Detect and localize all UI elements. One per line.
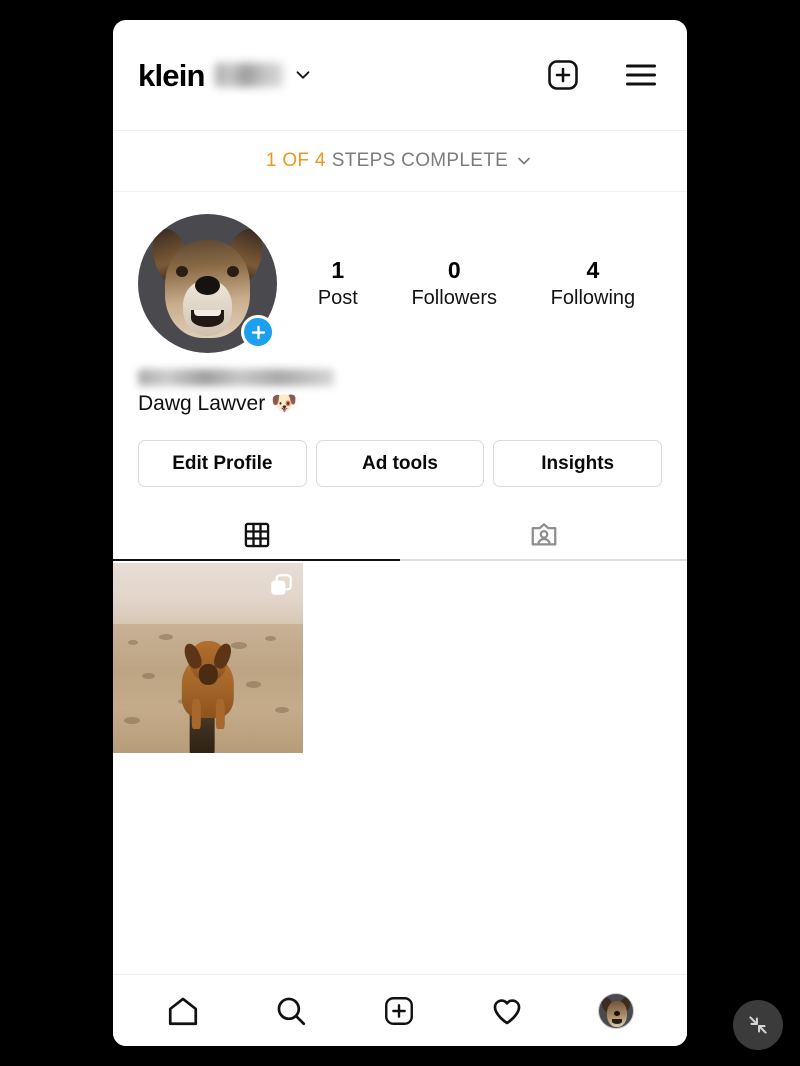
- plus-square-icon: [385, 996, 413, 1025]
- post-thumbnail[interactable]: [113, 563, 303, 754]
- create-post-button[interactable]: [545, 57, 581, 93]
- avatar-with-add-story[interactable]: [138, 214, 277, 353]
- account-switcher[interactable]: klein: [138, 60, 545, 91]
- post-art: [174, 641, 242, 729]
- posts-grid: [113, 561, 687, 974]
- profile-action-buttons: Edit Profile Ad tools Insights: [138, 440, 663, 488]
- header-actions: [545, 57, 659, 93]
- avatar-art: [195, 276, 220, 295]
- stat-value: 1: [331, 257, 345, 284]
- home-icon: [168, 997, 198, 1025]
- grid-icon: [244, 522, 269, 548]
- carousel-stack-icon: [271, 574, 292, 596]
- nav-home-button[interactable]: [166, 994, 200, 1028]
- chevron-down-icon: [296, 71, 310, 79]
- insights-button[interactable]: Insights: [493, 440, 663, 488]
- avatar-art: [176, 266, 188, 277]
- stat-followers[interactable]: 0 Followers: [411, 256, 497, 311]
- steps-status-label: STEPS COMPLETE: [331, 150, 509, 171]
- add-story-button[interactable]: [241, 315, 275, 349]
- avatar-icon: [598, 992, 634, 1029]
- bottom-navigation-bar: [113, 974, 687, 1046]
- username-redacted-blur: [214, 63, 283, 87]
- nav-activity-button[interactable]: [490, 994, 524, 1028]
- stat-following[interactable]: 4 Following: [551, 256, 635, 311]
- nav-create-button[interactable]: [382, 994, 416, 1028]
- stat-label: Followers: [411, 286, 498, 309]
- profile-bio: Dawg Lawver 🐶: [138, 392, 298, 415]
- tab-grid[interactable]: [113, 510, 400, 562]
- stat-label: Following: [550, 286, 636, 309]
- avatar-art: [227, 266, 239, 277]
- stat-label: Post: [317, 286, 358, 309]
- profile-stats: 1 Post 0 Followers 4 Following: [277, 256, 662, 311]
- app-header: klein: [113, 20, 687, 130]
- collapse-button[interactable]: [733, 1000, 783, 1050]
- avatar-art: [191, 310, 224, 327]
- steps-count-label: 1 OF 4: [265, 150, 326, 171]
- nav-search-button[interactable]: [274, 994, 308, 1028]
- chevron-down-icon: [518, 157, 530, 165]
- plus-icon: [251, 325, 265, 339]
- stat-value: 4: [586, 257, 600, 284]
- profile-header-row: 1 Post 0 Followers 4 Following: [138, 214, 662, 353]
- instagram-app-window: klein 1 OF 4 STEPS COMPLETE 1 Post 0 Fol…: [113, 20, 687, 1046]
- search-icon: [277, 997, 306, 1025]
- nav-profile-button[interactable]: [598, 992, 634, 1029]
- profile-tabs: [113, 510, 687, 562]
- collapse-arrows-icon: [749, 1016, 767, 1034]
- onboarding-steps-banner[interactable]: 1 OF 4 STEPS COMPLETE: [113, 130, 687, 192]
- stat-posts[interactable]: 1 Post: [318, 256, 358, 311]
- stat-value: 0: [447, 257, 461, 284]
- hamburger-menu-icon: [626, 64, 656, 86]
- ad-tools-button[interactable]: Ad tools: [315, 440, 485, 488]
- display-name-redacted-blur: [138, 369, 334, 386]
- menu-button[interactable]: [623, 60, 659, 90]
- tagged-person-icon: [531, 523, 556, 546]
- username-label: klein: [138, 57, 205, 93]
- tab-tagged[interactable]: [400, 510, 687, 562]
- plus-square-icon: [548, 60, 578, 90]
- heart-icon: [493, 998, 521, 1024]
- edit-profile-button[interactable]: Edit Profile: [138, 440, 307, 488]
- profile-section: 1 Post 0 Followers 4 Following Dawg Lawv…: [113, 192, 687, 488]
